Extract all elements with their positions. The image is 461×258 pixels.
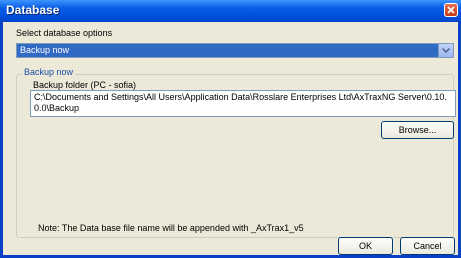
backup-folder-path: C:\Documents and Settings\All Users\Appl… bbox=[34, 92, 447, 113]
chevron-down-icon bbox=[442, 48, 450, 53]
close-icon bbox=[447, 6, 455, 14]
dropdown-button[interactable] bbox=[438, 44, 453, 57]
title-bar[interactable]: Database bbox=[0, 0, 461, 22]
close-button[interactable] bbox=[444, 3, 458, 17]
selected-option: Backup now bbox=[20, 45, 70, 55]
browse-label: Browse... bbox=[398, 125, 437, 135]
note-text: Note: The Data base file name will be ap… bbox=[38, 223, 304, 233]
browse-button[interactable]: Browse... bbox=[381, 121, 454, 139]
window-title: Database bbox=[6, 3, 60, 17]
database-options-select[interactable]: Backup now bbox=[16, 43, 454, 58]
cancel-button[interactable]: Cancel bbox=[400, 237, 455, 255]
ok-label: OK bbox=[358, 241, 372, 251]
backup-folder-label: Backup folder (PC - sofia) bbox=[33, 80, 137, 90]
cancel-label: Cancel bbox=[413, 241, 442, 251]
backup-folder-field[interactable]: C:\Documents and Settings\All Users\Appl… bbox=[30, 90, 456, 117]
ok-button[interactable]: OK bbox=[338, 237, 393, 255]
options-label: Select database options bbox=[16, 28, 113, 38]
group-title: Backup now bbox=[22, 67, 76, 77]
